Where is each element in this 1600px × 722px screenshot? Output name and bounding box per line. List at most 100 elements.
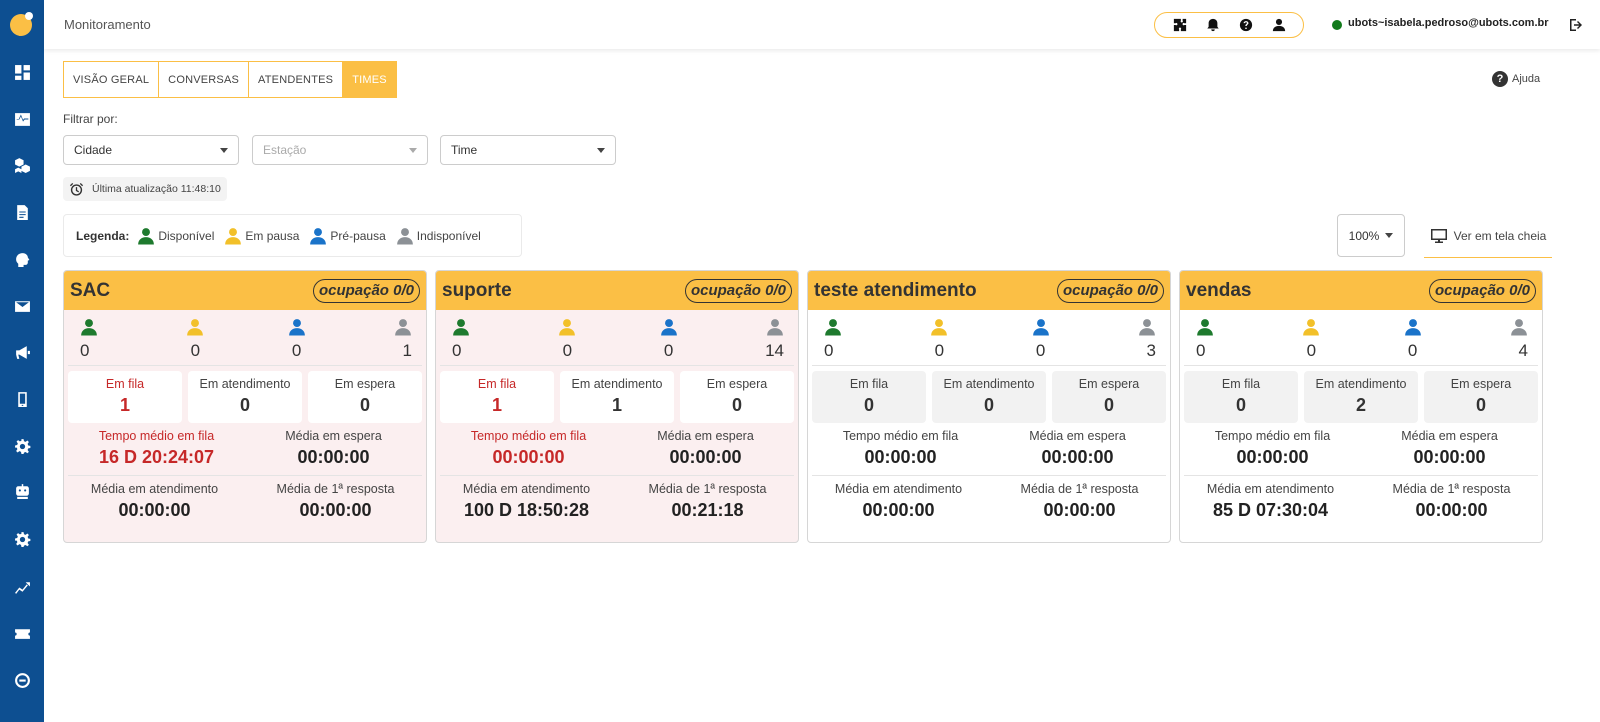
waiting-box-value: 0 <box>731 395 742 415</box>
document-icon[interactable] <box>12 202 32 222</box>
agent-status-count: 0 <box>655 318 683 365</box>
tab-visao-geral[interactable]: VISÃO GERAL <box>63 61 160 98</box>
avg-service-time-label: Média em atendimento <box>462 482 591 496</box>
question-icon[interactable] <box>1238 17 1254 33</box>
fullscreen-button[interactable]: Ver em tela cheia <box>1424 214 1552 258</box>
team-card-header: teste atendimento ocupação 0/0 <box>808 271 1170 310</box>
tab-times[interactable]: TIMES <box>342 61 397 98</box>
avg-queue-time-value: 16 D 20:24:07 <box>98 447 215 467</box>
queue-box-value: 0 <box>1235 395 1246 415</box>
dashboard-icon[interactable] <box>12 62 32 82</box>
agent-count: 4 <box>1518 341 1528 360</box>
mail-icon[interactable] <box>12 296 32 316</box>
avg-first-response-label: Média de 1ª resposta <box>1392 482 1511 496</box>
settings-icon[interactable] <box>12 436 32 456</box>
team-card[interactable]: vendas ocupação 0/0 0 0 0 4 Em fila 0 Em atendim… <box>1179 270 1543 543</box>
waiting-box-label: Em espera <box>706 377 768 391</box>
avg-wait-time-value: 00:00:00 <box>297 447 370 467</box>
agent-count: 0 <box>452 341 462 360</box>
brain-icon[interactable] <box>12 249 32 269</box>
agent-count: 0 <box>190 341 201 360</box>
agent-status-count: 0 <box>80 318 108 365</box>
avg-first-response: Média de 1ª resposta 00:00:00 <box>245 476 426 529</box>
chevron-down-icon <box>1385 233 1394 238</box>
agent-count: 0 <box>1306 341 1317 360</box>
team-card[interactable]: teste atendimento ocupação 0/0 0 0 0 3 Em fila… <box>807 270 1171 543</box>
avg-wait-time-label: Média em espera <box>1401 429 1498 443</box>
puzzle-icon[interactable] <box>1172 17 1188 33</box>
nps-icon[interactable] <box>12 670 32 690</box>
mobile-icon[interactable] <box>12 389 32 409</box>
stats-row: Média em atendimento 85 D 07:30:04 Média d… <box>1180 476 1542 529</box>
sidebar <box>0 0 44 722</box>
queue-summary: Em fila 1 Em atendimento 0 Em espera 0 <box>64 366 426 423</box>
tab-atendentes[interactable]: ATENDENTES <box>248 61 344 98</box>
stats-row: Média em atendimento 100 D 18:50:28 Média … <box>436 476 798 529</box>
legend-item-pre-pause: Pré-pausa <box>309 227 386 245</box>
monitor-icon[interactable] <box>12 109 32 129</box>
zoom-select[interactable]: 100% <box>1337 214 1405 257</box>
in-service-box-value: 2 <box>1355 395 1366 415</box>
in-service-box-label: Em atendimento <box>199 377 291 391</box>
waiting-box: Em espera 0 <box>1052 371 1166 423</box>
logout-icon[interactable] <box>1568 17 1584 33</box>
avg-first-response-label: Média de 1ª resposta <box>1020 482 1139 496</box>
in-service-box-value: 0 <box>239 395 250 415</box>
in-service-box-label: Em atendimento <box>943 377 1035 391</box>
user-email: ubots~isabela.pedroso@ubots.com.br <box>1348 17 1549 29</box>
ticket-icon[interactable] <box>12 623 32 643</box>
team-card[interactable]: suporte ocupação 0/0 0 0 0 14 Em fila 1 Em atend… <box>435 270 799 543</box>
zoom-value: 100% <box>1348 228 1380 243</box>
in-service-box-value: 1 <box>611 395 622 415</box>
queue-summary: Em fila 0 Em atendimento 0 Em espera 0 <box>808 366 1170 423</box>
legend-item-paused: Em pausa <box>224 227 299 245</box>
agent-status-count: 3 <box>1128 318 1156 365</box>
avg-first-response: Média de 1ª resposta 00:00:00 <box>1361 476 1542 529</box>
agent-status-count: 1 <box>384 318 412 365</box>
agent-count: 0 <box>1407 341 1418 360</box>
waiting-box: Em espera 0 <box>680 371 794 423</box>
avg-queue-time: Tempo médio em fila 00:00:00 <box>812 423 989 475</box>
agent-status-count: 0 <box>1027 318 1055 365</box>
agent-count: 0 <box>562 341 573 360</box>
last-update: Última atualização 11:48:10 <box>63 177 227 201</box>
avg-queue-time: Tempo médio em fila 16 D 20:24:07 <box>68 423 245 475</box>
robot-icon[interactable] <box>12 481 32 501</box>
avg-service-time-value: 00:00:00 <box>118 500 191 520</box>
avg-queue-time-value: 00:00:00 <box>1236 447 1309 467</box>
megaphone-icon[interactable] <box>12 342 32 362</box>
agent-status-count: 0 <box>925 318 953 365</box>
stats-row: Tempo médio em fila 00:00:00 Média em espe… <box>1184 423 1538 476</box>
settings-alt-icon[interactable] <box>12 529 32 549</box>
team-name: suporte <box>442 279 512 301</box>
agent-status-count: 0 <box>283 318 311 365</box>
cubes-icon[interactable] <box>12 155 32 175</box>
help-link[interactable]: ? Ajuda <box>1492 71 1540 87</box>
in-service-box: Em atendimento 0 <box>932 371 1046 423</box>
user-paused-icon <box>225 227 242 244</box>
user-paused-icon <box>559 319 576 336</box>
analytics-icon[interactable] <box>12 577 32 597</box>
occupancy-badge: ocupação 0/0 <box>312 278 420 303</box>
waiting-box-value: 0 <box>359 395 370 415</box>
legend-item-unavailable: Indisponível <box>396 227 481 245</box>
queue-box-label: Em fila <box>105 377 145 391</box>
waiting-box: Em espera 0 <box>308 371 422 423</box>
user-available-icon <box>1197 319 1213 336</box>
bell-icon[interactable] <box>1205 17 1221 33</box>
app-logo[interactable] <box>9 10 35 38</box>
tab-conversas[interactable]: CONVERSAS <box>158 61 250 98</box>
queue-box: Em fila 0 <box>812 371 926 423</box>
agent-count: 14 <box>765 341 784 360</box>
avg-wait-time-value: 00:00:00 <box>669 447 742 467</box>
chevron-down-icon <box>409 147 417 153</box>
user-icon[interactable] <box>1271 17 1287 33</box>
avg-service-time-label: Média em atendimento <box>90 482 219 496</box>
queue-box: Em fila 0 <box>1184 371 1298 423</box>
team-card[interactable]: SAC ocupação 0/0 0 0 0 1 Em fila 1 Em atendiment… <box>63 270 427 543</box>
online-status-dot <box>1332 20 1342 30</box>
team-select[interactable]: Time <box>440 135 616 165</box>
city-select[interactable]: Cidade <box>63 135 239 165</box>
legend-title: Legenda: <box>76 228 130 243</box>
avg-service-time-label: Média em atendimento <box>1206 482 1335 496</box>
